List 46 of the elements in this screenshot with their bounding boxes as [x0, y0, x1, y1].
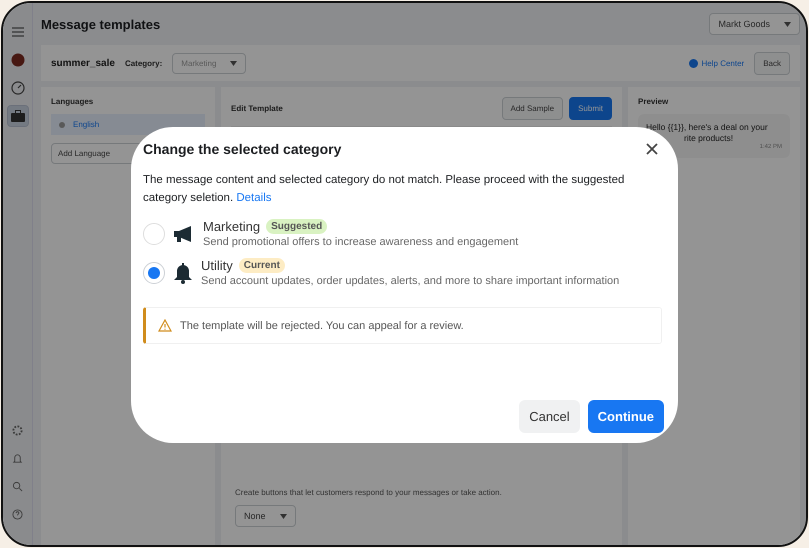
warning-icon: [158, 319, 172, 332]
add-sample-button[interactable]: Add Sample: [502, 97, 564, 120]
warning-text: The template will be rejected. You can appeal for a review.: [180, 320, 464, 332]
panel-title: Edit Template: [231, 104, 283, 113]
continue-button[interactable]: Continue: [588, 400, 664, 433]
bell-icon: [173, 262, 193, 284]
category-label: Category:: [124, 58, 162, 68]
briefcase-icon[interactable]: [10, 110, 24, 122]
gauge-icon[interactable]: [10, 81, 24, 95]
caret-icon: [784, 22, 791, 26]
page-title: Message templates: [41, 16, 160, 32]
panel-title: Languages: [51, 97, 94, 106]
close-icon: [644, 141, 660, 157]
avatar-icon[interactable]: [10, 53, 24, 67]
submit-button[interactable]: Submit: [569, 97, 612, 120]
menu-icon[interactable]: [12, 27, 24, 37]
rail-button[interactable]: [6, 105, 28, 127]
help-icon: [688, 58, 698, 68]
bell-icon[interactable]: [12, 452, 23, 464]
buttons-hint: Create buttons that let customers respond to your messages or take action.: [235, 488, 503, 497]
option-label: Utility: [201, 258, 233, 273]
account-select[interactable]: Markt Goods: [709, 13, 800, 35]
category-select[interactable]: Marketing: [172, 52, 246, 74]
dialog-message: The message content and selected category do not match. Please proceed with the suggested category seletion. Details: [143, 173, 626, 206]
message-text: rite products!: [683, 133, 734, 143]
search-icon[interactable]: [12, 480, 23, 492]
template-name: summer_sale: [51, 58, 115, 68]
close-button[interactable]: [644, 141, 660, 157]
option-label: Marketing: [203, 219, 260, 234]
settings-icon[interactable]: [12, 424, 23, 436]
message-text: Hello {{1}}, here's a deal on your: [646, 122, 769, 132]
cancel-button[interactable]: Cancel: [519, 400, 580, 433]
help-center-link[interactable]: Help Center: [688, 58, 744, 68]
option-description: Send promotional offers to increase awareness and engagement: [203, 236, 518, 248]
option-badge: Suggested: [266, 219, 328, 234]
help-icon[interactable]: [12, 508, 23, 520]
option-badge: Current: [238, 258, 285, 273]
radio-button[interactable]: [143, 222, 165, 244]
caret-icon: [230, 60, 238, 66]
back-button[interactable]: Back: [754, 52, 790, 74]
details-link[interactable]: Details: [236, 192, 272, 204]
caret-icon: [280, 514, 287, 518]
panel-title: Preview: [638, 97, 670, 106]
option-description: Send account updates, order updates, alerts, and more to share important information: [201, 275, 620, 287]
radio-button[interactable]: [143, 262, 165, 284]
buttons-select[interactable]: None: [235, 505, 296, 527]
